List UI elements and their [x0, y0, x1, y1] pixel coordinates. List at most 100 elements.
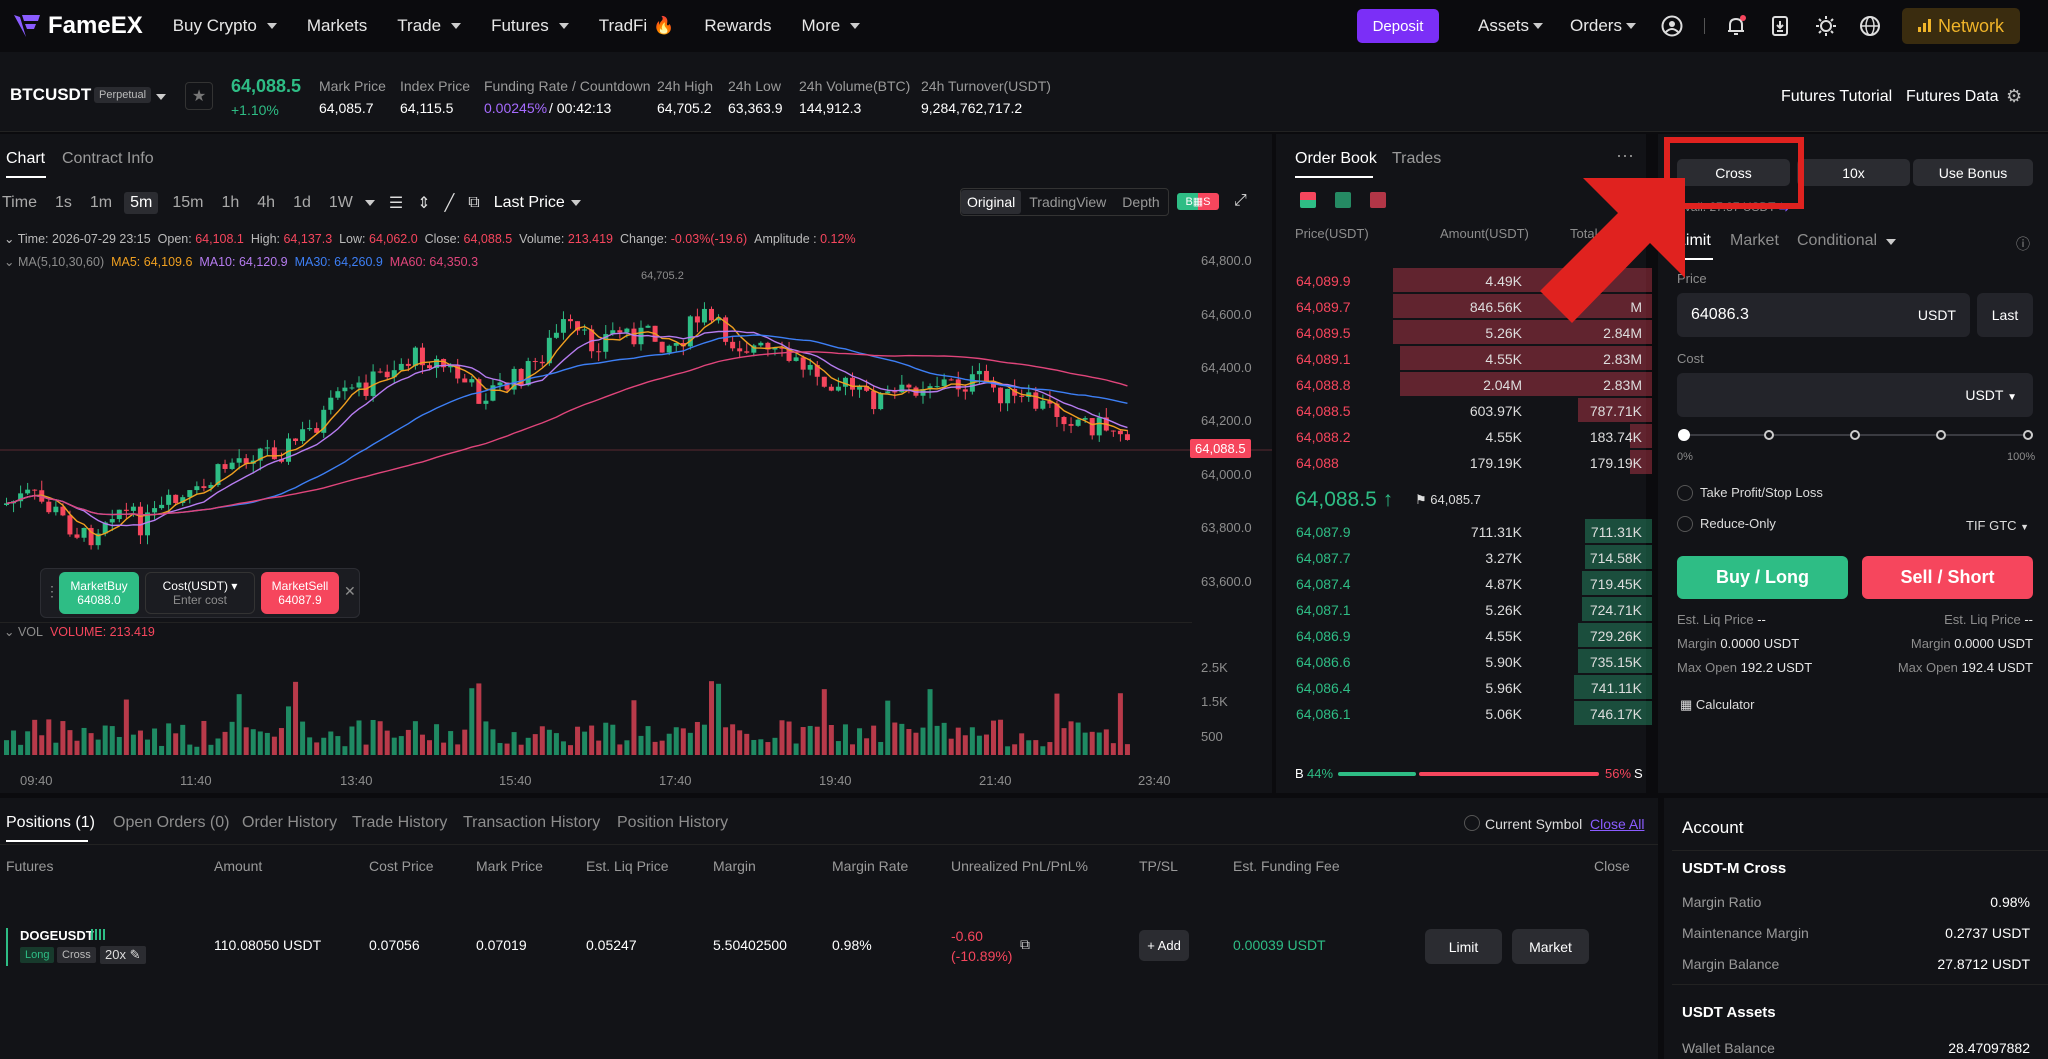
leverage-button[interactable]: 10x	[1797, 159, 1910, 186]
book-both-icon[interactable]	[1300, 192, 1316, 208]
bid-row[interactable]: 64,087.7 3.27K 714.58K	[1282, 544, 1652, 570]
calculator-link[interactable]: ▦ Calculator	[1680, 697, 1754, 713]
symbol-dropdown-icon[interactable]	[156, 94, 166, 100]
collapse-icon[interactable]: ⌄	[4, 232, 14, 246]
tab-transaction-history[interactable]: Transaction History	[463, 814, 600, 832]
symbol-name[interactable]: BTCUSDT	[10, 85, 91, 105]
market-sell-button[interactable]: MarketSell 64087.9	[261, 572, 339, 614]
network-button[interactable]: Network	[1902, 8, 2020, 44]
bid-row[interactable]: 64,087.4 4.87K 719.45K	[1282, 570, 1652, 596]
bid-row[interactable]: 64,087.1 5.26K 724.71K	[1282, 596, 1652, 622]
tab-positions[interactable]: Positions (1)	[6, 814, 95, 832]
chevron-down-icon[interactable]	[570, 200, 581, 206]
bid-row[interactable]: 64,086.4 5.96K 741.11K	[1282, 674, 1652, 700]
drag-handle-icon[interactable]: ⋮	[45, 583, 59, 600]
tif-select[interactable]: TIF GTC ▼	[1966, 518, 2029, 533]
user-icon[interactable]	[1660, 14, 1684, 38]
close-icon[interactable]: ✕	[344, 583, 356, 600]
expand-icon[interactable]: ⤢	[1234, 192, 1247, 210]
nav-rewards[interactable]: Rewards	[704, 16, 771, 36]
globe-icon[interactable]	[1858, 14, 1882, 38]
view-tradingview[interactable]: TradingView	[1021, 190, 1114, 214]
nav-more[interactable]: More	[801, 16, 861, 36]
order-type-market[interactable]: Market	[1730, 232, 1779, 250]
interval-1m[interactable]: 1m	[90, 194, 112, 212]
last-price-button[interactable]: Last	[1977, 293, 2033, 337]
download-icon[interactable]	[1768, 14, 1792, 38]
interval-1w[interactable]: 1W	[329, 194, 353, 212]
price-chart[interactable]	[0, 245, 1272, 785]
interval-1d[interactable]: 1d	[293, 194, 311, 212]
line-chart-icon[interactable]: ╱	[445, 193, 455, 213]
nav-buy-crypto[interactable]: Buy Crypto	[173, 16, 277, 36]
slider-step[interactable]	[1764, 430, 1774, 440]
fullscreen-open-icon[interactable]: ⧉	[468, 194, 479, 212]
cost-input[interactable]: USDT ▼	[1677, 373, 2033, 417]
theme-sun-icon[interactable]	[1814, 14, 1838, 38]
interval-time[interactable]: Time	[2, 194, 37, 212]
tab-order-book[interactable]: Order Book	[1295, 150, 1377, 168]
info-icon[interactable]: ⓘ	[2016, 234, 2030, 254]
price-type-select[interactable]: Last Price	[494, 194, 565, 212]
chevron-down-icon[interactable]	[364, 200, 375, 206]
nav-tradfi[interactable]: TradFi 🔥	[599, 16, 675, 36]
nav-trade[interactable]: Trade	[397, 16, 462, 36]
market-buy-button[interactable]: MarketBuy 64088.0	[59, 572, 139, 614]
interval-5m[interactable]: 5m	[124, 192, 159, 214]
leverage-edit[interactable]: 20x ✎	[100, 946, 146, 964]
buy-long-button[interactable]: Buy / Long	[1677, 556, 1848, 599]
interval-15m[interactable]: 15m	[172, 194, 203, 212]
futures-tutorial-link[interactable]: Futures Tutorial	[1781, 88, 1892, 106]
more-dots-icon[interactable]: ⋯	[1616, 146, 1634, 167]
position-symbol[interactable]: DOGEUSDT	[20, 928, 94, 943]
ask-row[interactable]: 64,088 179.19K 179.19K	[1282, 449, 1652, 475]
bid-row[interactable]: 64,086.1 5.06K 746.17K	[1282, 700, 1652, 726]
tpsl-checkbox[interactable]	[1677, 485, 1693, 501]
settings-gear-icon[interactable]: ⚙	[2006, 86, 2022, 107]
price-input[interactable]: 64086.3 USDT	[1677, 293, 1970, 337]
bid-row[interactable]: 64,086.9 4.55K 729.26K	[1282, 622, 1652, 648]
slider-step[interactable]	[2023, 430, 2033, 440]
current-symbol-checkbox[interactable]	[1464, 815, 1480, 831]
slider-step[interactable]	[1850, 430, 1860, 440]
brand-logo[interactable]: FameEX	[12, 12, 143, 40]
ask-row[interactable]: 64,088.2 4.55K 183.74K	[1282, 423, 1652, 449]
deposit-button[interactable]: Deposit	[1357, 9, 1439, 43]
add-tpsl-button[interactable]: + Add	[1139, 930, 1189, 961]
indicator-list-icon[interactable]: ☰	[389, 193, 403, 213]
slider-step[interactable]	[1936, 430, 1946, 440]
nav-markets[interactable]: Markets	[307, 16, 367, 36]
interval-1h[interactable]: 1h	[221, 194, 239, 212]
tab-open-orders[interactable]: Open Orders (0)	[113, 814, 229, 832]
close-market-button[interactable]: Market	[1512, 929, 1589, 964]
candle-style-icon[interactable]: ⇕	[417, 193, 430, 213]
book-bids-icon[interactable]	[1335, 192, 1351, 208]
interval-4h[interactable]: 4h	[257, 194, 275, 212]
view-depth[interactable]: Depth	[1114, 190, 1167, 214]
close-limit-button[interactable]: Limit	[1425, 929, 1502, 964]
close-all-link[interactable]: Close All	[1590, 816, 1644, 832]
buy-sell-toggle-icon[interactable]: B▦S	[1177, 193, 1219, 210]
nav-orders[interactable]: Orders	[1570, 0, 1636, 52]
bid-row[interactable]: 64,087.9 711.31K 711.31K	[1282, 518, 1652, 544]
order-type-conditional[interactable]: Conditional	[1797, 232, 1896, 250]
tab-contract-info[interactable]: Contract Info	[62, 150, 154, 168]
interval-1s[interactable]: 1s	[55, 194, 72, 212]
reduce-only-checkbox[interactable]	[1677, 516, 1693, 532]
bell-icon[interactable]	[1724, 14, 1748, 38]
tab-trades[interactable]: Trades	[1392, 150, 1441, 168]
tab-trade-history[interactable]: Trade History	[352, 814, 447, 832]
tab-chart[interactable]: Chart	[6, 150, 45, 168]
tab-order-history[interactable]: Order History	[242, 814, 337, 832]
view-original[interactable]: Original	[961, 190, 1022, 214]
share-icon[interactable]: ⧉	[1020, 936, 1030, 953]
bid-row[interactable]: 64,086.6 5.90K 735.15K	[1282, 648, 1652, 674]
slider-thumb[interactable]	[1678, 429, 1690, 441]
book-asks-icon[interactable]	[1370, 192, 1386, 208]
favorite-star-icon[interactable]: ★	[185, 82, 213, 110]
tab-position-history[interactable]: Position History	[617, 814, 728, 832]
nav-futures[interactable]: Futures	[491, 16, 569, 36]
use-bonus-button[interactable]: Use Bonus	[1913, 159, 2033, 186]
futures-data-link[interactable]: Futures Data	[1906, 88, 1998, 106]
sell-short-button[interactable]: Sell / Short	[1862, 556, 2033, 599]
